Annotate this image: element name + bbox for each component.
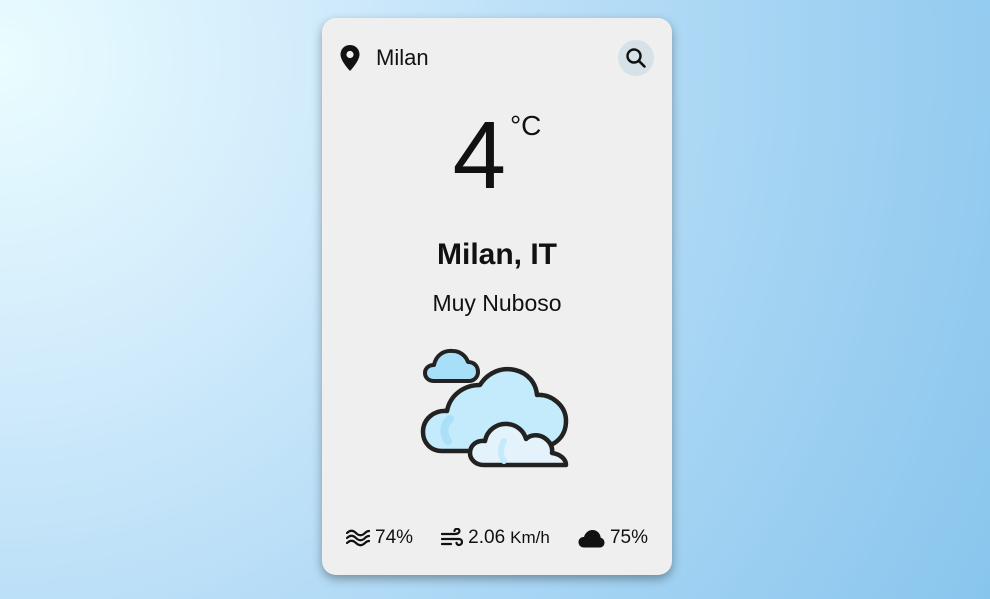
city-name: Milan, IT xyxy=(437,238,557,271)
wind-stat: 2.06 Km/h xyxy=(441,527,550,549)
search-button[interactable] xyxy=(618,40,654,76)
weather-stats: 74% 2.06 Km/h 75% xyxy=(346,524,648,552)
cloud-icon xyxy=(578,529,605,547)
temperature-display: 4 °C xyxy=(322,108,672,208)
weather-card: Milan 4 °C Milan, IT Muy Nuboso 74% 2.06… xyxy=(322,18,672,575)
temperature-value: 4 xyxy=(452,102,506,209)
wind-speed-value: 2.06 xyxy=(468,527,506,548)
map-pin-icon xyxy=(340,45,360,71)
wind-icon xyxy=(441,528,464,547)
search-icon xyxy=(626,48,646,68)
top-bar: Milan xyxy=(340,40,654,76)
weather-description: Muy Nuboso xyxy=(432,290,562,316)
cloudiness-value: 75% xyxy=(609,527,648,548)
temperature-unit: °C xyxy=(509,110,542,141)
cloudiness-stat: 75% xyxy=(578,527,648,549)
location-display: Milan xyxy=(340,45,429,71)
location-name: Milan xyxy=(376,45,429,70)
humidity-value: 74% xyxy=(375,527,414,548)
wind-speed-unit: Km/h xyxy=(510,528,550,547)
clouds-icon xyxy=(420,343,574,469)
humidity-icon xyxy=(346,529,370,547)
humidity-stat: 74% xyxy=(346,527,413,549)
